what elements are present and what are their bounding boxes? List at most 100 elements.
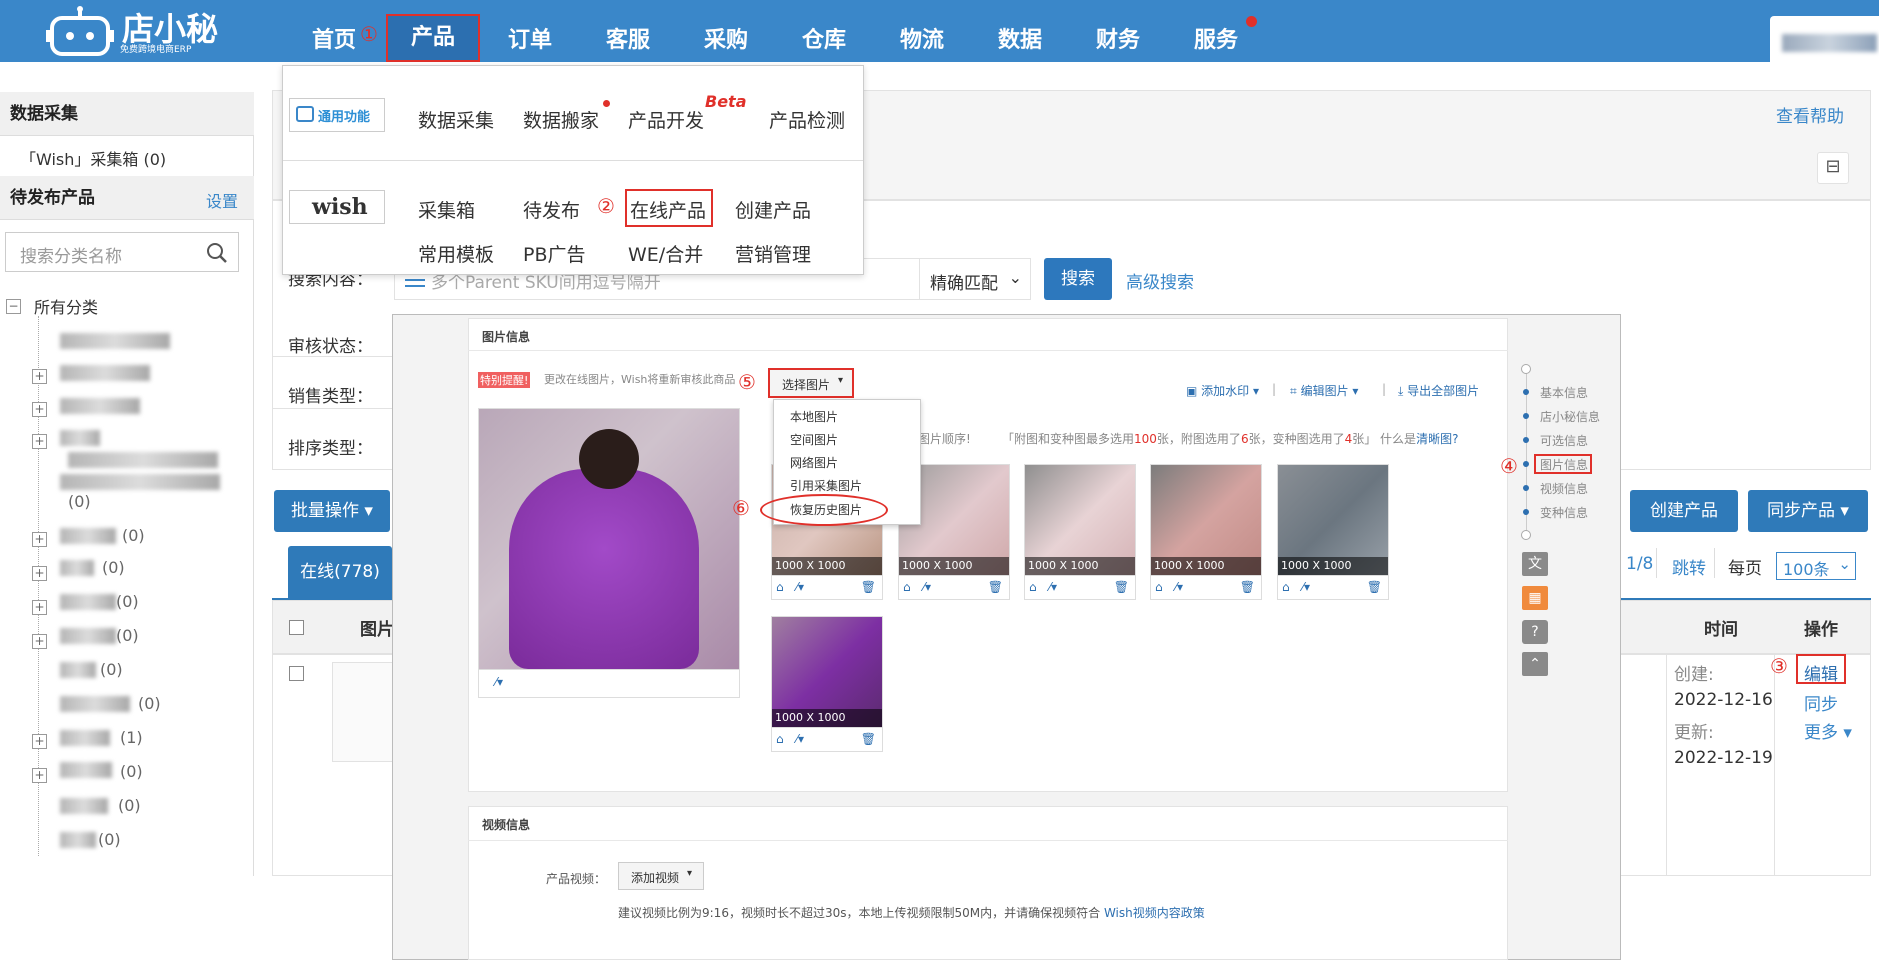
search-button[interactable]: 搜索: [1044, 258, 1112, 300]
menu-pending[interactable]: 待发布: [523, 196, 580, 223]
nav-dot: [1523, 509, 1529, 515]
magic-wand-icon[interactable]: ⁄▾: [923, 580, 931, 594]
video-policy-link[interactable]: Wish视频内容政策: [1104, 906, 1205, 920]
nav-data[interactable]: 数据: [998, 22, 1042, 54]
magic-wand-icon[interactable]: ⁄▾: [1175, 580, 1183, 594]
menu-templates[interactable]: 常用模板: [418, 240, 494, 267]
create-product-button[interactable]: 创建产品: [1630, 490, 1738, 532]
clear-image-link[interactable]: 清晰图?: [1416, 432, 1458, 446]
settings-link[interactable]: 设置: [206, 188, 238, 212]
collapse-all-icon[interactable]: −: [6, 299, 21, 314]
calculator-icon[interactable]: ▦: [1522, 586, 1548, 610]
trash-icon[interactable]: 🗑: [988, 580, 1003, 594]
menu-online-product[interactable]: 在线产品: [630, 196, 706, 223]
translate-icon[interactable]: 文: [1522, 552, 1548, 576]
menu-collect-box[interactable]: 采集箱: [418, 196, 475, 223]
add-watermark-button[interactable]: ▣ 添加水印 ▾: [1186, 382, 1259, 399]
variant-thumbnail[interactable]: 1000 X 1000: [1024, 464, 1136, 576]
sync-product-button[interactable]: 同步产品 ▾: [1748, 490, 1868, 532]
nav-product[interactable]: 产品: [386, 14, 480, 62]
trash-icon[interactable]: 🗑: [1114, 580, 1129, 594]
magic-wand-icon[interactable]: ⁄▾: [1049, 580, 1057, 594]
home-icon[interactable]: ⌂: [776, 732, 784, 746]
nav-orders[interactable]: 订单: [508, 22, 552, 54]
expand-icon[interactable]: +: [32, 532, 47, 547]
scroll-top-icon[interactable]: ⌃: [1522, 652, 1548, 676]
nav-home[interactable]: 首页: [312, 22, 356, 54]
nav-finance[interactable]: 财务: [1096, 22, 1140, 54]
expand-icon[interactable]: +: [32, 768, 47, 783]
nav-image-info[interactable]: 图片信息: [1540, 456, 1588, 473]
trash-icon[interactable]: 🗑: [861, 580, 876, 594]
edit-link[interactable]: 编辑: [1804, 660, 1838, 685]
nav-variant-info[interactable]: 变种信息: [1540, 504, 1588, 521]
nav-services[interactable]: 服务: [1194, 22, 1238, 54]
menu-pb-ads[interactable]: PB广告: [523, 240, 586, 267]
category-search-input[interactable]: 搜索分类名称: [5, 232, 239, 272]
advanced-search-link[interactable]: 高级搜索: [1126, 268, 1194, 293]
nav-logistics[interactable]: 物流: [900, 22, 944, 54]
expand-icon[interactable]: +: [32, 634, 47, 649]
home-icon[interactable]: ⌂: [776, 580, 784, 594]
menu-space-image[interactable]: 空间图片: [790, 431, 838, 448]
menu-local-image[interactable]: 本地图片: [790, 408, 838, 425]
menu-data-migrate[interactable]: 数据搬家: [523, 106, 599, 133]
expand-icon[interactable]: +: [32, 734, 47, 749]
expand-icon[interactable]: +: [32, 434, 47, 449]
all-categories[interactable]: 所有分类: [34, 294, 98, 318]
expand-icon[interactable]: +: [32, 566, 47, 581]
menu-we-merge[interactable]: WE/合并: [628, 240, 703, 267]
general-tag-label: 通用功能: [318, 110, 371, 125]
home-icon[interactable]: ⌂: [1029, 580, 1037, 594]
main-product-image[interactable]: [478, 408, 740, 670]
trash-icon[interactable]: 🗑: [861, 732, 876, 746]
expand-icon[interactable]: +: [32, 402, 47, 417]
magic-wand-icon[interactable]: ⁄▾: [1302, 580, 1310, 594]
trash-icon[interactable]: 🗑: [1240, 580, 1255, 594]
nav-service[interactable]: 客服: [606, 22, 650, 54]
variant-thumbnail[interactable]: 1000 X 1000: [1150, 464, 1262, 576]
help-link[interactable]: 查看帮助: [1776, 102, 1844, 127]
nav-purchase[interactable]: 采购: [704, 22, 748, 54]
home-icon[interactable]: ⌂: [903, 580, 911, 594]
expand-icon[interactable]: +: [32, 600, 47, 615]
collapse-panel-icon[interactable]: ⊟: [1817, 152, 1849, 184]
sync-link[interactable]: 同步: [1804, 690, 1838, 715]
help-icon[interactable]: ?: [1522, 620, 1548, 644]
home-icon[interactable]: ⌂: [1155, 580, 1163, 594]
trash-icon[interactable]: 🗑: [1367, 580, 1382, 594]
per-page-select[interactable]: 100条 ⌄: [1776, 552, 1856, 580]
magic-wand-icon[interactable]: ⁄▾: [796, 580, 804, 594]
nav-dianxiaomi-info[interactable]: 店小秘信息: [1540, 408, 1600, 425]
menu-network-image[interactable]: 网络图片: [790, 454, 838, 471]
magic-wand-icon[interactable]: ⁄▾: [495, 675, 503, 689]
jump-page-link[interactable]: 跳转: [1672, 554, 1706, 579]
nav-optional-info[interactable]: 可选信息: [1540, 432, 1588, 449]
edit-image-button[interactable]: ⌗ 编辑图片 ▾: [1290, 382, 1358, 399]
magic-wand-icon[interactable]: ⁄▾: [796, 732, 804, 746]
home-icon[interactable]: ⌂: [1282, 580, 1290, 594]
variant-thumbnail[interactable]: 1000 X 1000: [771, 616, 883, 728]
select-image-button[interactable]: 选择图片 ▾: [768, 368, 854, 398]
tab-online[interactable]: 在线(778): [288, 546, 392, 598]
menu-product-dev[interactable]: 产品开发: [628, 106, 704, 133]
variant-thumbnail[interactable]: 1000 X 1000: [1277, 464, 1389, 576]
more-link[interactable]: 更多 ▾: [1804, 718, 1852, 743]
match-type-select[interactable]: 精确匹配 ⌄: [919, 258, 1031, 300]
nav-basic-info[interactable]: 基本信息: [1540, 384, 1588, 401]
nav-video-info[interactable]: 视频信息: [1540, 480, 1588, 497]
menu-marketing[interactable]: 营销管理: [735, 240, 811, 267]
menu-create-product[interactable]: 创建产品: [735, 196, 811, 223]
expand-icon[interactable]: +: [32, 369, 47, 384]
search-icon[interactable]: [206, 242, 228, 264]
menu-data-collect[interactable]: 数据采集: [418, 106, 494, 133]
add-video-button[interactable]: 添加视频 ▾: [618, 862, 704, 890]
menu-collected-image[interactable]: 引用采集图片: [790, 477, 862, 494]
wish-collect-box-link[interactable]: 「Wish」采集箱 (0): [20, 146, 166, 170]
row-checkbox[interactable]: [289, 666, 304, 681]
bulk-operations-button[interactable]: 批量操作 ▾: [274, 490, 390, 532]
export-all-button[interactable]: ⤓ 导出全部图片: [1398, 382, 1479, 399]
menu-product-check[interactable]: 产品检测: [769, 106, 845, 133]
nav-warehouse[interactable]: 仓库: [802, 22, 846, 54]
select-all-checkbox[interactable]: [289, 620, 304, 635]
